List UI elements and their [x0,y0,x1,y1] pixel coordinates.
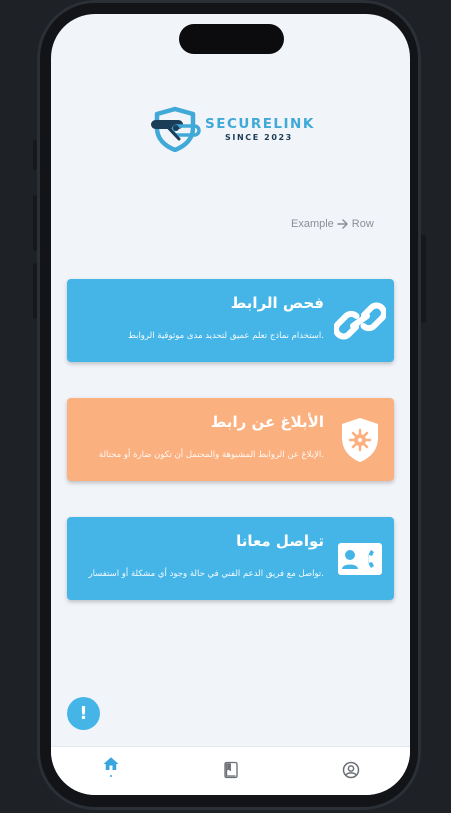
book-icon [224,761,238,779]
arrow-right-icon [337,219,348,229]
check-link-title: فحص الرابط [230,294,324,312]
report-link-title: الأبلاغ عن رابط [210,413,324,431]
report-link-description: .الإبلاغ عن الروابط المشبوهة والمحتمل أن… [98,450,324,460]
virus-shield-icon [342,418,378,462]
app-screen: SECURELINK SINCE 2023 Example Row فحص ال… [51,14,410,795]
side-button-mute [33,140,37,170]
contact-us-description: .تواصل مع فريق الدعم الفني في حالة وجود … [88,569,324,579]
shield-link-logo-icon [151,106,201,152]
contact-phone-icon [338,543,382,575]
account-circle-icon [342,761,360,779]
link-icon [334,302,386,340]
contact-us-title: تواصل معانا [236,532,324,550]
alert-icon: ! [79,703,88,724]
dynamic-island [179,24,284,54]
logo-title: SECURELINK [205,116,315,132]
example-right-label: Row [351,218,374,230]
side-button-volume-up [33,195,37,251]
report-link-card[interactable]: الأبلاغ عن رابط .الإبلاغ عن الروابط المش… [67,398,394,481]
logo-subtitle: SINCE 2023 [225,133,293,142]
nav-book[interactable] [219,755,243,785]
home-icon [103,757,119,770]
logo-text: SECURELINK SINCE 2023 [205,116,315,142]
side-button-volume-down [33,263,37,319]
alert-fab-button[interactable]: ! [67,697,100,730]
side-button-power [421,235,426,323]
nav-home[interactable] [99,755,123,785]
bottom-nav [51,746,410,795]
check-link-description: .استخدام نماذج تعلم عميق لتحديد مدى موثو… [128,331,324,341]
example-left-label: Example [291,218,334,230]
app-logo: SECURELINK SINCE 2023 [149,106,315,152]
example-row: Example Row [291,218,374,230]
nav-active-indicator [110,775,112,777]
check-link-card[interactable]: فحص الرابط .استخدام نماذج تعلم عميق لتحد… [67,279,394,362]
nav-profile[interactable] [339,755,363,785]
contact-us-card[interactable]: تواصل معانا .تواصل مع فريق الدعم الفني ف… [67,517,394,600]
